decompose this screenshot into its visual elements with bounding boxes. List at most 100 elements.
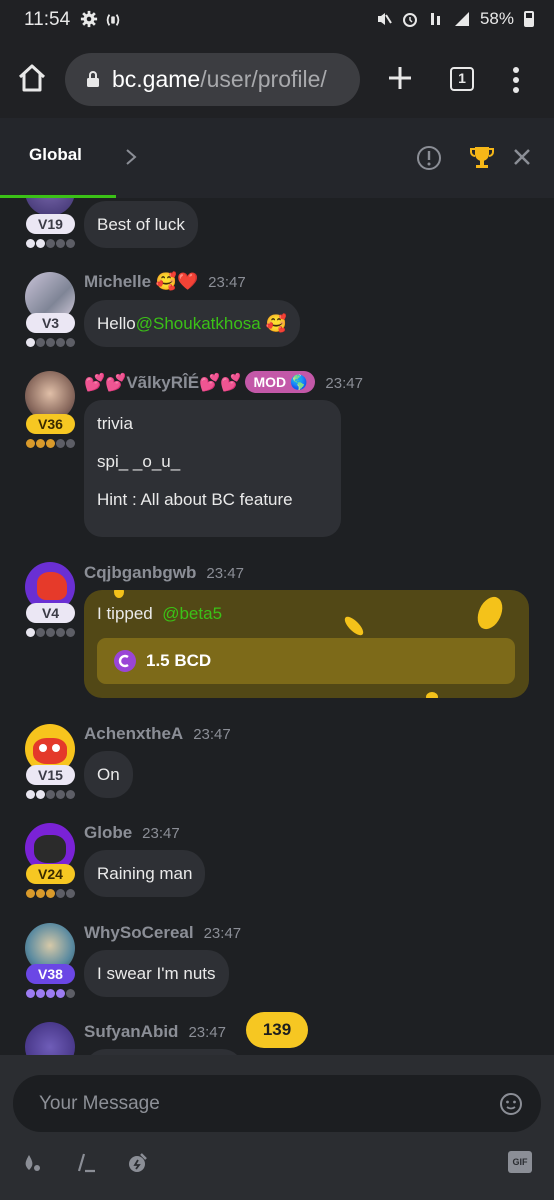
username[interactable]: AchenxtheA 23:47 [84,724,231,744]
message-text: Raining man [97,864,193,883]
new-tab-icon[interactable] [386,64,414,92]
username-text: Globe [84,823,133,842]
home-icon[interactable] [16,62,48,94]
vip-stars [26,628,75,637]
lock-icon [87,71,99,87]
message-time: 23:47 [188,1024,226,1041]
coin-decoration [114,590,124,598]
close-icon[interactable] [512,147,532,167]
message-bubble: trivia spi_ _o_u_ Hint : All about BC fe… [84,400,341,537]
message-bubble: Raining man [84,850,206,897]
signal-icon [454,12,469,26]
username[interactable]: WhySoCereal 23:47 [84,923,241,943]
wifi-calling-icon [430,13,440,25]
message-bubble: Hello@Shoukatkhosa 🥰 [84,300,300,347]
message-text: On [97,765,120,784]
vip-level-badge: V19 [26,214,75,234]
trophy-icon[interactable] [469,144,495,170]
new-messages-counter[interactable]: 139 [246,1012,308,1048]
vip-stars [26,889,75,898]
username-text: AchenxtheA [84,724,184,743]
message-bubble: I swear I'm nuts [84,950,229,997]
tip-amount-label: 1.5 BCD [146,651,212,670]
chat-composer: Your Message GIF [0,1055,554,1200]
message-text: I swear I'm nuts [97,964,216,983]
rain-icon[interactable] [20,1151,44,1175]
more-menu-icon[interactable] [504,66,528,94]
vip-stars [26,239,75,248]
username-text: SufyanAbid [84,1022,179,1041]
chevron-right-icon[interactable] [124,148,138,166]
gear-icon [80,10,98,28]
vip-stars [26,439,75,448]
username[interactable]: Globe 23:47 [84,823,180,843]
nfc-icon [106,14,120,26]
battery-percent: 58% [479,9,514,28]
url-path: /user/profile/ [200,66,327,92]
username[interactable]: Cqjbganbgwb 23:47 [84,563,244,583]
username[interactable]: 💕💕VãlkyRÎÉ💕💕 MOD 🌎 23:47 [84,371,363,393]
tip-card: I tipped @beta5 1.5 BCD [84,590,529,698]
mention-link[interactable]: @Shoukatkhosa [136,314,261,333]
vip-stars [26,989,75,998]
username-text: WhySoCereal [84,923,194,942]
bcd-coin-icon [114,650,136,672]
tab-switcher-button[interactable]: 1 [450,67,474,91]
coin-drop-icon[interactable] [126,1151,150,1175]
username-text: Cqjbganbgwb [84,563,197,582]
message-time: 23:47 [203,925,242,942]
message-time: 23:47 [142,825,180,842]
gif-icon[interactable]: GIF [508,1151,532,1173]
alarm-icon [402,13,417,27]
mod-badge: MOD 🌎 [245,371,316,393]
url-text: bc.game/user/profile/ [112,66,327,93]
tip-amount: 1.5 BCD [97,638,515,684]
status-time: 11:54 [24,9,71,30]
tab-global-label: Global [29,145,82,164]
message-time: 23:47 [206,565,244,582]
message-bubble: Best of luck [84,201,198,248]
address-bar[interactable]: bc.game/user/profile/ [65,53,360,106]
avatar[interactable] [25,1022,75,1055]
chat-header: Global [0,118,554,198]
tip-text: I tipped @beta5 [97,604,222,624]
message-input[interactable]: Your Message [13,1075,541,1132]
message-line: trivia [97,414,133,433]
tab-global[interactable]: Global [0,118,116,198]
username[interactable]: SufyanAbid 23:47 [84,1022,226,1042]
slash-command-icon[interactable] [74,1151,98,1175]
message-line: spi_ _o_u_ [97,452,181,471]
emoji-icon[interactable] [499,1092,523,1116]
tip-prefix: I tipped [97,604,153,623]
coin-decoration [426,692,438,698]
message-time: 23:47 [325,375,363,392]
message-text-prefix: Hello [97,314,136,333]
mention-link[interactable]: @beta5 [162,604,222,623]
vip-level-badge: V24 [26,864,75,884]
username[interactable]: Michelle 🥰❤️ 23:47 [84,272,246,292]
gif-label: GIF [512,1157,528,1167]
message-text-suffix: 🥰 [260,314,287,333]
vip-level-badge: V15 [26,765,75,785]
chat-messages[interactable]: V19 Best of luck V3 Michelle 🥰❤️ 23:47 He… [0,198,554,1055]
username-text: Michelle 🥰❤️ [84,272,199,291]
rules-alert-icon[interactable] [416,145,442,171]
vip-stars [26,790,75,799]
message-bubble: On [84,751,133,798]
vip-level-badge: V4 [26,603,75,623]
message-time: 23:47 [208,274,246,291]
vip-level-badge: V3 [26,313,75,333]
browser-toolbar: bc.game/user/profile/ 1 [0,40,554,118]
vip-stars [26,338,75,347]
message-time: 23:47 [193,726,231,743]
vip-level-badge: V38 [26,964,75,984]
status-bar: 11:54 58% [0,0,554,40]
username-text: 💕💕VãlkyRÎÉ💕💕 [84,373,242,392]
coin-decoration [341,613,367,639]
coin-decoration [472,592,508,634]
message-line: Hint : All about BC feature [97,490,293,509]
url-host: bc.game [112,66,201,92]
battery-icon [524,11,534,27]
message-text: Best of luck [97,215,185,234]
message-input-placeholder: Your Message [39,1093,160,1114]
